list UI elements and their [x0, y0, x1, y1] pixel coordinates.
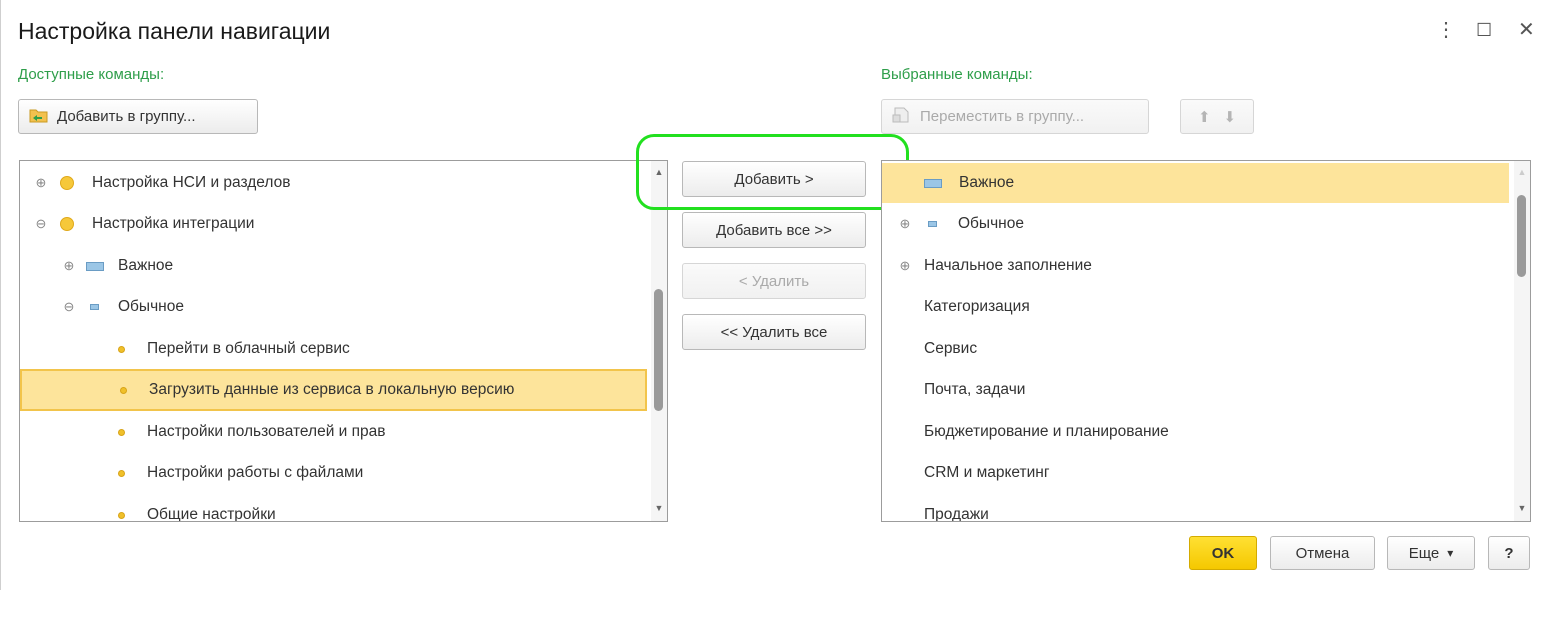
add-all-button[interactable]: Добавить все >>: [682, 212, 866, 248]
tree-item-label: Продажи: [924, 506, 989, 522]
command-dot-icon: [118, 428, 125, 436]
tree-item[interactable]: Продажи: [882, 495, 1524, 522]
tree-item-label: Важное: [959, 174, 1015, 191]
selected-commands-label: Выбранные команды:: [881, 66, 1033, 83]
command-dot-icon: [118, 469, 125, 477]
tree-item[interactable]: ⊕ Настройка НСИ и разделов: [20, 163, 664, 203]
scrollbar-thumb[interactable]: [1517, 195, 1526, 277]
add-to-group-label: Добавить в группу...: [57, 108, 196, 125]
close-icon[interactable]: ✕: [1518, 18, 1535, 42]
tree-item-label: Общие настройки: [147, 506, 276, 522]
move-down-icon[interactable]: ⬇: [1223, 108, 1236, 126]
tree-item[interactable]: Бюджетирование и планирование: [882, 412, 1524, 452]
maximize-icon[interactable]: ☐: [1476, 18, 1492, 42]
vertical-scrollbar[interactable]: ▲ ▼: [1514, 161, 1530, 521]
highlight-annotation: [636, 134, 909, 210]
available-commands-tree[interactable]: ⊕ Настройка НСИ и разделов ⊖ Настройка и…: [19, 160, 668, 522]
command-dot-icon: [118, 345, 125, 353]
scroll-down-icon[interactable]: ▼: [1514, 503, 1530, 513]
group-circle-icon: [60, 217, 74, 231]
regular-rect-icon: [90, 304, 99, 310]
tree-item[interactable]: Общие настройки: [20, 495, 667, 522]
available-commands-label: Доступные команды:: [18, 66, 165, 83]
tree-item-selected[interactable]: Важное: [882, 163, 1509, 203]
expand-icon[interactable]: ⊕: [898, 216, 912, 232]
tree-item[interactable]: ⊖ Настройка интеграции: [20, 204, 664, 244]
tree-item[interactable]: Почта, задачи: [882, 370, 1524, 410]
tree-item-label: Обычное: [958, 215, 1024, 232]
tree-item-label: Перейти в облачный сервис: [147, 340, 350, 357]
regular-rect-icon: [928, 221, 937, 227]
tree-item-label: Обычное: [118, 298, 184, 315]
vertical-scrollbar[interactable]: ▲ ▼: [651, 161, 667, 521]
remove-all-button[interactable]: << Удалить все: [682, 314, 866, 350]
expand-icon[interactable]: ⊕: [898, 258, 912, 274]
expand-icon[interactable]: ⊕: [34, 175, 48, 191]
more-button[interactable]: Еще ▾: [1387, 536, 1475, 570]
tree-item-label: Настройка интеграции: [92, 215, 255, 232]
collapse-icon[interactable]: ⊖: [34, 216, 48, 232]
tree-item[interactable]: ⊖ Обычное: [20, 287, 662, 327]
scrollbar-thumb[interactable]: [654, 289, 663, 411]
scroll-down-icon[interactable]: ▼: [651, 503, 667, 513]
tree-item-label: Настройки работы с файлами: [147, 464, 364, 481]
collapse-icon[interactable]: ⊖: [62, 299, 76, 315]
move-up-icon[interactable]: ⬆: [1198, 108, 1211, 126]
tree-item[interactable]: ⊕ Начальное заполнение: [882, 246, 1498, 286]
more-menu-icon[interactable]: ⋮: [1436, 18, 1456, 42]
remove-button[interactable]: < Удалить: [682, 263, 866, 299]
group-circle-icon: [60, 176, 74, 190]
reorder-buttons: ⬆ ⬇: [1180, 99, 1254, 134]
command-dot-icon: [118, 511, 125, 519]
cancel-button[interactable]: Отмена: [1270, 536, 1375, 570]
help-button[interactable]: ?: [1488, 536, 1530, 570]
tree-item-label: CRM и маркетинг: [924, 464, 1050, 481]
tree-item[interactable]: Перейти в облачный сервис: [20, 329, 667, 369]
chevron-down-icon: ▾: [1447, 546, 1454, 560]
add-to-group-button[interactable]: Добавить в группу...: [18, 99, 258, 134]
window-title: Настройка панели навигации: [18, 18, 331, 44]
expand-icon[interactable]: ⊕: [62, 258, 76, 274]
tree-item-label: Загрузить данные из сервиса в локальную …: [149, 381, 515, 398]
move-to-group-label: Переместить в группу...: [920, 108, 1085, 125]
tree-item[interactable]: CRM и маркетинг: [882, 453, 1524, 493]
tree-item-label: Категоризация: [924, 298, 1030, 315]
tree-item[interactable]: Сервис: [882, 329, 1524, 369]
tree-item-label: Бюджетирование и планирование: [924, 423, 1169, 440]
scroll-up-icon[interactable]: ▲: [1514, 167, 1530, 177]
move-folder-icon: [892, 107, 912, 127]
folder-add-icon: [29, 107, 49, 127]
tree-item[interactable]: Настройки пользователей и прав: [20, 412, 667, 452]
tree-item[interactable]: Категоризация: [882, 287, 1524, 327]
tree-item[interactable]: ⊕ Обычное: [882, 204, 1498, 244]
tree-item-label: Важное: [118, 257, 174, 274]
tree-item-selected[interactable]: Загрузить данные из сервиса в локальную …: [20, 369, 647, 411]
tree-item[interactable]: Настройки работы с файлами: [20, 453, 667, 493]
more-button-label: Еще: [1408, 544, 1440, 562]
command-dot-icon: [120, 386, 127, 394]
ok-button[interactable]: OK: [1189, 536, 1257, 570]
tree-item-label: Настройка НСИ и разделов: [92, 174, 291, 191]
tree-item-label: Почта, задачи: [924, 381, 1026, 398]
tree-item-label: Начальное заполнение: [924, 257, 1092, 274]
important-rect-icon: [86, 261, 104, 271]
selected-commands-tree[interactable]: Важное ⊕ Обычное ⊕ Начальное заполнение …: [881, 160, 1531, 522]
window-border: [0, 0, 1, 590]
important-rect-icon: [924, 178, 942, 188]
tree-item-label: Настройки пользователей и прав: [147, 423, 386, 440]
tree-item-label: Сервис: [924, 340, 978, 357]
tree-item[interactable]: ⊕ Важное: [20, 246, 662, 286]
move-to-group-button[interactable]: Переместить в группу...: [881, 99, 1149, 134]
